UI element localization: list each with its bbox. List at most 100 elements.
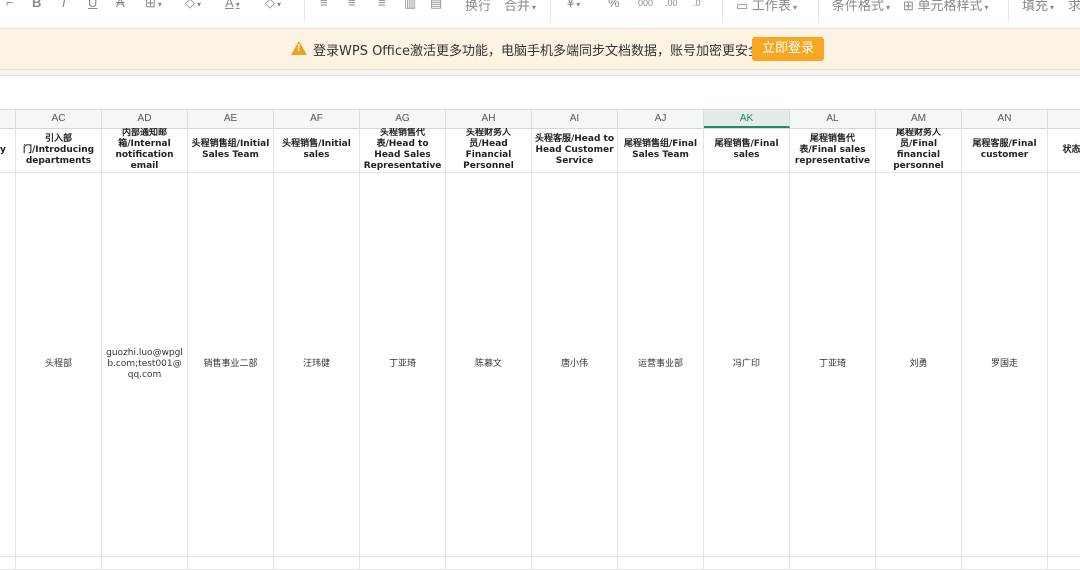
fill-button[interactable]: 填充 ▾ (1022, 0, 1054, 14)
data-cell[interactable]: guozhi.luo@wpglb.com;test001@qq.com (102, 173, 188, 557)
empty-cell[interactable] (360, 557, 446, 570)
empty-cell[interactable] (446, 557, 532, 570)
empty-cell[interactable] (962, 557, 1048, 570)
chevron-down-icon: ▾ (277, 0, 282, 9)
column-header-edge[interactable] (0, 110, 16, 128)
conditional-format-button[interactable]: 条件格式 ▾ (832, 0, 890, 14)
header-cell[interactable]: 尾程客服/Final customer (962, 128, 1048, 173)
column-header-an[interactable]: AN (962, 110, 1048, 128)
worksheet-button[interactable]: ▭ 工作表 ▾ (736, 0, 797, 14)
column-header-ac[interactable]: AC (16, 110, 102, 128)
data-cell[interactable]: 刘勇 (876, 173, 962, 557)
column-header-ae[interactable]: AE (188, 110, 274, 128)
data-cell[interactable]: 已 (1048, 173, 1080, 557)
separator (722, 0, 723, 22)
indent-icon[interactable]: ▥ (404, 0, 416, 11)
column-header-aj[interactable]: AJ (618, 110, 704, 128)
data-cell[interactable]: 运营事业部 (618, 173, 704, 557)
data-cell[interactable]: 销售事业二部 (188, 173, 274, 557)
worksheet-icon: ▭ (736, 0, 749, 13)
sort-button[interactable]: 求 (1068, 0, 1080, 14)
empty-cell[interactable] (102, 557, 188, 570)
align-center-button[interactable]: ≡ (348, 0, 356, 10)
empty-cell[interactable] (790, 557, 876, 570)
percent-button[interactable]: % (608, 0, 620, 10)
empty-cell[interactable] (618, 557, 704, 570)
header-cell[interactable]: 尾程销售组/Final Sales Team (618, 128, 704, 173)
bold-button[interactable]: B (32, 0, 41, 10)
borders-button[interactable]: ⊞ ▾ (145, 0, 162, 11)
chevron-down-icon: ▾ (792, 3, 797, 12)
data-cell[interactable]: 丁亚琦 (360, 173, 446, 557)
header-cell[interactable]: 内部通知邮箱/Internal notification email (102, 128, 188, 173)
header-cell[interactable]: 头程销售代表/Head to Head Sales Representative (360, 128, 446, 173)
data-cell[interactable]: 冯广印 (704, 173, 790, 557)
data-cell[interactable]: 丁亚琦 (790, 173, 876, 557)
empty-cell[interactable] (704, 557, 790, 570)
header-cell[interactable]: 头程销售组/Initial Sales Team (188, 128, 274, 173)
font-color-icon: A (225, 0, 234, 10)
header-cell[interactable]: 引入部门/Introducing departments (16, 128, 102, 173)
column-header-al[interactable]: AL (790, 110, 876, 128)
increase-decimal-button[interactable]: .00 (665, 0, 678, 8)
data-cell[interactable] (0, 173, 16, 557)
align-right-button[interactable]: ≡ (378, 0, 386, 10)
merge-icon-button[interactable]: ▤ (430, 0, 442, 11)
column-header-ak[interactable]: AK (704, 110, 790, 128)
currency-button[interactable]: ¥ ▾ (567, 0, 580, 10)
column-header-ag[interactable]: AG (360, 110, 446, 128)
empty-cell[interactable] (16, 557, 102, 570)
column-header-am[interactable]: AM (876, 110, 962, 128)
chevron-down-icon: ▾ (886, 3, 891, 12)
chevron-down-icon: ▾ (197, 0, 202, 9)
chevron-down-icon: ▾ (235, 0, 240, 9)
data-cell[interactable]: 汪玮健 (274, 173, 360, 557)
merge-button[interactable]: 合并 ▾ (504, 0, 536, 14)
header-cell[interactable]: 头程销售/Initial sales (274, 128, 360, 173)
empty-cell[interactable] (0, 557, 16, 570)
login-banner: ! 登录WPS Office激活更多功能，电脑手机多端同步文档数据，账号加密更安… (0, 29, 1080, 70)
chevron-down-icon: ▾ (576, 0, 581, 9)
italic-button[interactable]: I (62, 0, 66, 10)
header-cell[interactable]: 头程客服/Head to Head Customer Service (532, 128, 618, 173)
empty-cell[interactable] (274, 557, 360, 570)
column-header-edge[interactable] (1048, 110, 1080, 128)
column-header-ai[interactable]: AI (532, 110, 618, 128)
borders-icon: ⊞ (145, 0, 156, 10)
cell-style-label: 单元格样式 (917, 0, 983, 13)
fill-label: 填充 (1022, 0, 1049, 13)
separator (818, 0, 819, 22)
strikethrough-button[interactable]: A (116, 0, 125, 10)
empty-cell[interactable] (876, 557, 962, 570)
decrease-decimal-button[interactable]: .0 (693, 0, 701, 8)
data-cell[interactable]: 陈慕文 (446, 173, 532, 557)
underline-button[interactable]: U (88, 0, 97, 10)
column-header-ah[interactable]: AH (446, 110, 532, 128)
wrap-text-button[interactable]: 换行 (465, 0, 491, 14)
thousands-button[interactable]: 000 (638, 0, 653, 8)
header-cell[interactable]: 状态 (1048, 128, 1080, 173)
header-cell[interactable]: 尾程财务人员/Final financial personnel (876, 128, 962, 173)
header-cell[interactable]: 尾程销售/Final sales (704, 128, 790, 173)
data-cell[interactable]: 头程部 (16, 173, 102, 557)
column-header-ad[interactable]: AD (102, 110, 188, 128)
column-header-af[interactable]: AF (274, 110, 360, 128)
align-left-button[interactable]: ≡ (320, 0, 328, 10)
font-color-button[interactable]: A ▾ (225, 0, 240, 10)
data-cell[interactable]: 罗国走 (962, 173, 1048, 557)
header-cell[interactable]: 头程财务人员/Head Financial Personnel (446, 128, 532, 173)
data-cell[interactable]: 唐小伟 (532, 173, 618, 557)
empty-cell[interactable] (1048, 557, 1080, 570)
clear-format-button[interactable]: ◇ ▾ (265, 0, 281, 11)
separator (550, 0, 551, 22)
header-cell[interactable]: 尾程销售代表/Final sales representative (790, 128, 876, 173)
fill-color-button[interactable]: ◇ ▾ (185, 0, 201, 11)
login-now-button[interactable]: 立即登录 (752, 37, 824, 61)
formula-bar (0, 70, 1080, 76)
chevron-down-icon: ▾ (157, 0, 162, 9)
cell-style-button[interactable]: ⊞ 单元格样式 ▾ (903, 0, 989, 14)
header-cell[interactable]: y (0, 128, 16, 173)
empty-cell[interactable] (532, 557, 618, 570)
column-header-row: AC AD AE AF AG AH AI AJ AK AL AM AN (0, 109, 1080, 129)
empty-cell[interactable] (188, 557, 274, 570)
